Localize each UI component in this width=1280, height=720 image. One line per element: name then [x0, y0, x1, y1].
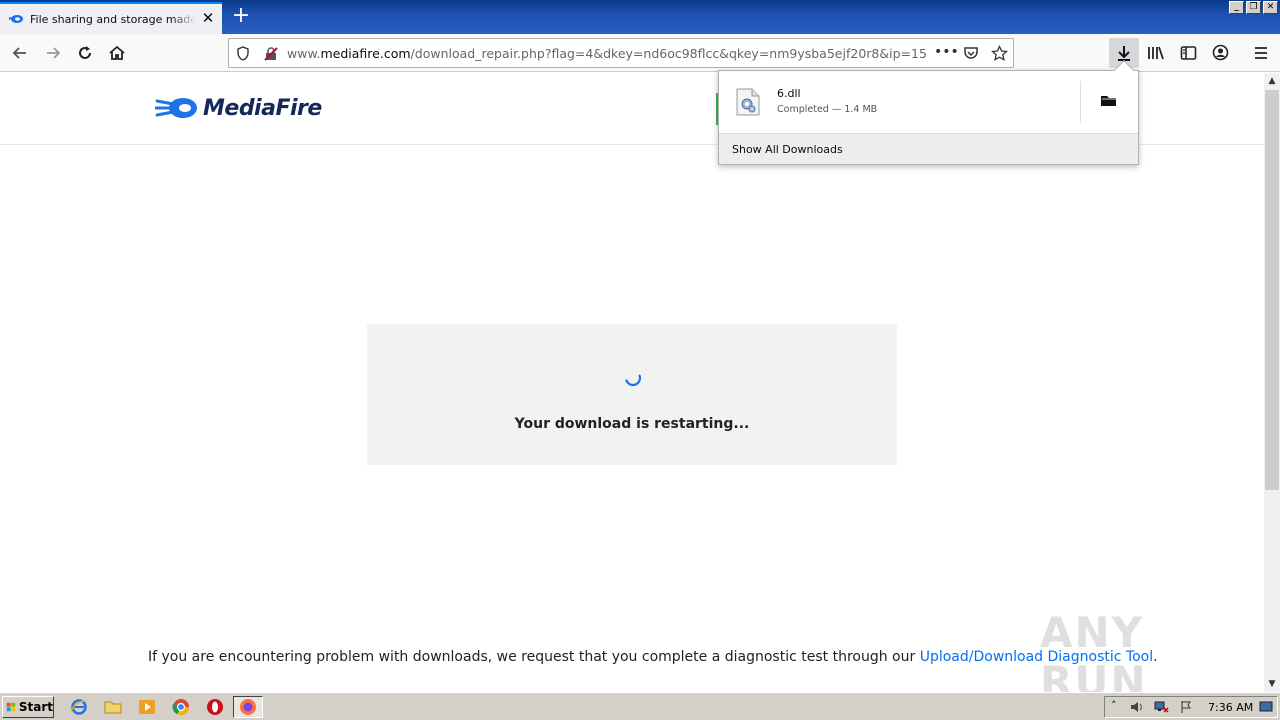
- url-domain: mediafire.com: [320, 46, 411, 61]
- download-item-separator: [1080, 81, 1081, 123]
- url-bar[interactable]: www.mediafire.com/download_repair.php?fl…: [228, 38, 1014, 68]
- media-player-icon[interactable]: [138, 698, 156, 716]
- show-desktop-icon[interactable]: [1259, 701, 1273, 713]
- reload-icon: [79, 46, 91, 59]
- back-button[interactable]: [6, 39, 34, 67]
- forward-arrow-icon: [47, 47, 61, 59]
- insecure-lock-icon[interactable]: [263, 46, 279, 62]
- loading-spinner-icon: [625, 374, 642, 387]
- close-window-button[interactable]: ✕: [1263, 1, 1278, 14]
- file-explorer-icon[interactable]: [104, 698, 122, 716]
- close-tab-icon[interactable]: ✕: [200, 10, 216, 26]
- navigation-toolbar: www.mediafire.com/download_repair.php?fl…: [0, 34, 1280, 72]
- mediafire-logo[interactable]: MediaFire: [155, 95, 322, 121]
- new-tab-button[interactable]: +: [228, 4, 254, 30]
- download-status: Completed — 1.4 MB: [777, 104, 878, 115]
- diagnostic-text: If you are encountering problem with dow…: [148, 649, 920, 665]
- chrome-icon[interactable]: [172, 698, 190, 716]
- open-folder-icon[interactable]: [1099, 93, 1119, 109]
- download-file-name: 6.dll: [777, 87, 801, 100]
- browser-titlebar: File sharing and storage made simple ✕ +…: [0, 0, 1280, 34]
- show-all-downloads-button[interactable]: Show All Downloads: [719, 133, 1138, 164]
- action-center-flag-icon[interactable]: [1179, 700, 1193, 714]
- restore-window-button[interactable]: ❐: [1246, 1, 1261, 14]
- home-button[interactable]: [103, 39, 131, 67]
- url-prefix: www.: [287, 46, 321, 61]
- internet-explorer-icon[interactable]: [70, 698, 88, 716]
- start-label: Start: [18, 700, 53, 714]
- show-all-downloads-label: Show All Downloads: [732, 143, 843, 156]
- scroll-up-arrow-icon[interactable]: ▲: [1264, 73, 1280, 89]
- diagnostic-notice: If you are encountering problem with dow…: [148, 649, 1158, 665]
- download-restart-box: Your download is restarting...: [367, 324, 897, 465]
- scrollbar-thumb[interactable]: [1265, 90, 1279, 490]
- windows-taskbar: Start ˄ 7:36 AM: [0, 692, 1280, 720]
- minimize-window-button[interactable]: _: [1229, 1, 1244, 14]
- windows-logo-icon: [6, 702, 16, 712]
- network-icon[interactable]: [1153, 700, 1169, 714]
- forward-button[interactable]: [39, 39, 67, 67]
- web-page: MediaFire Your download is restarting...…: [0, 73, 1264, 706]
- library-icon[interactable]: [1147, 45, 1165, 61]
- volume-icon[interactable]: [1129, 700, 1145, 714]
- reload-button[interactable]: [71, 39, 99, 67]
- firefox-taskbar-button[interactable]: [233, 696, 263, 718]
- page-scrollbar[interactable]: ▲ ▼: [1264, 73, 1280, 692]
- logo-text: MediaFire: [203, 95, 322, 121]
- home-icon: [109, 45, 125, 60]
- tab-mediafire[interactable]: File sharing and storage made simple ✕: [0, 2, 222, 34]
- start-button[interactable]: Start: [2, 696, 54, 718]
- tab-title: File sharing and storage made simple: [30, 12, 196, 26]
- hamburger-menu-icon[interactable]: [1253, 45, 1269, 61]
- taskbar-clock[interactable]: 7:36 AM: [1208, 701, 1253, 714]
- opera-icon[interactable]: [206, 698, 224, 716]
- show-hidden-icons-icon[interactable]: ˄: [1111, 699, 1117, 712]
- download-item[interactable]: 6.dll Completed — 1.4 MB: [719, 71, 1138, 133]
- mediafire-favicon-icon: [9, 15, 23, 23]
- url-path: /download_repair.php?flag=4&dkey=nd6oc98…: [410, 46, 927, 61]
- restart-message: Your download is restarting...: [514, 416, 750, 432]
- bookmark-star-icon[interactable]: [991, 45, 1008, 62]
- tracking-shield-icon[interactable]: [236, 46, 250, 61]
- back-arrow-icon: [12, 47, 26, 59]
- mediafire-flame-icon: [155, 98, 197, 118]
- dll-file-icon: [736, 88, 760, 116]
- account-icon[interactable]: [1212, 44, 1229, 61]
- url-text[interactable]: www.mediafire.com/download_repair.php?fl…: [287, 46, 927, 61]
- downloads-panel: 6.dll Completed — 1.4 MB Show All Downlo…: [718, 60, 1139, 165]
- page-actions-button[interactable]: •••: [934, 44, 959, 60]
- firefox-icon: [240, 699, 256, 715]
- scroll-down-arrow-icon[interactable]: ▼: [1264, 676, 1280, 692]
- pocket-icon[interactable]: [963, 45, 979, 61]
- sidebar-icon[interactable]: [1180, 45, 1197, 61]
